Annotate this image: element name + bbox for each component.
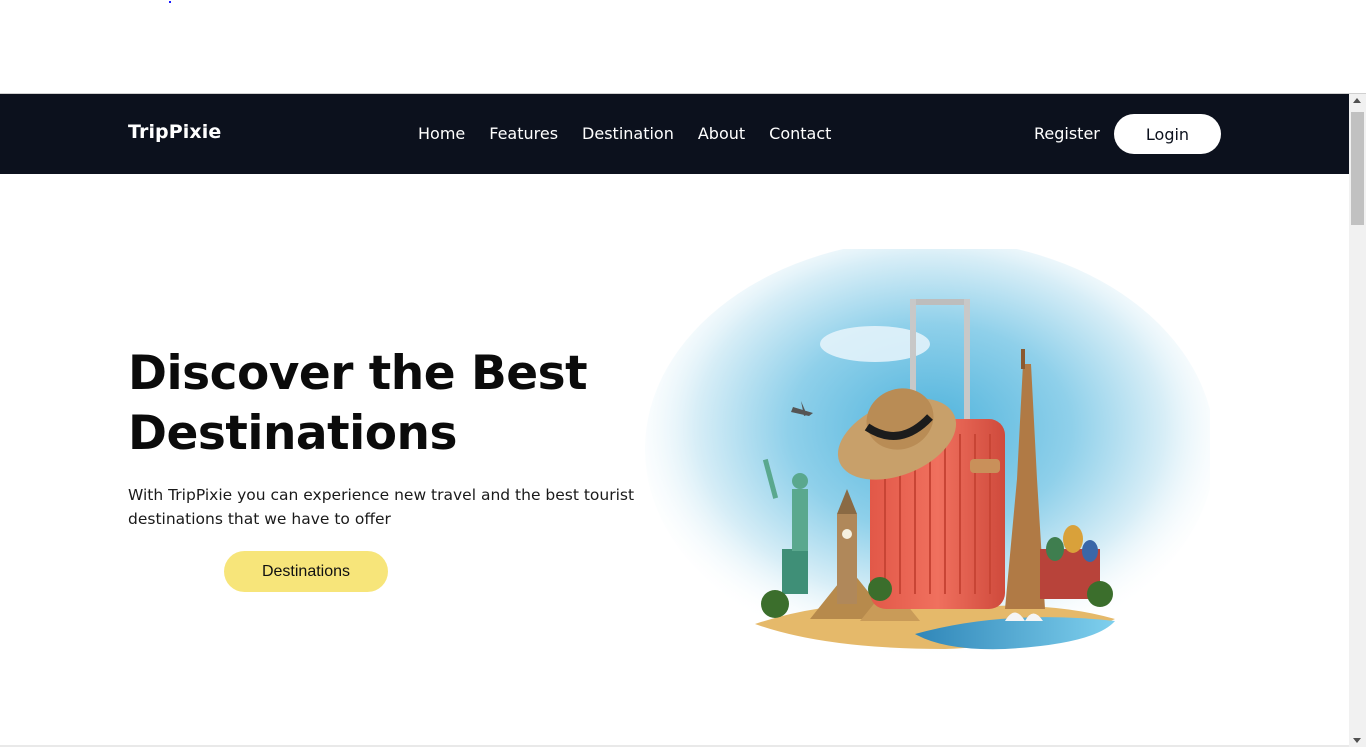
- chevron-up-icon[interactable]: [1353, 98, 1361, 103]
- hero-title-line-2: Destinations: [128, 406, 457, 461]
- navbar: TripPixie Home Features Destination Abou…: [0, 94, 1349, 174]
- brand-logo[interactable]: TripPixie: [128, 121, 221, 143]
- nav-link-contact[interactable]: Contact: [769, 124, 831, 143]
- nav-menu: Home Features Destination About Contact: [418, 124, 831, 143]
- destinations-button[interactable]: Destinations: [224, 551, 388, 592]
- nav-link-about[interactable]: About: [698, 124, 745, 143]
- nav-link-destination[interactable]: Destination: [582, 124, 674, 143]
- browser-top-area: [0, 0, 1366, 93]
- hero-subtitle: With TripPixie you can experience new tr…: [128, 486, 635, 528]
- nav-link-home[interactable]: Home: [418, 124, 465, 143]
- scrollbar[interactable]: [1349, 94, 1366, 747]
- stray-pixel: [169, 1, 171, 3]
- nav-link-features[interactable]: Features: [489, 124, 558, 143]
- travel-suitcase-landmarks-illustration: [645, 249, 1210, 659]
- chevron-down-icon[interactable]: [1353, 738, 1361, 743]
- hero-title-line-1: Discover the Best: [128, 346, 588, 401]
- register-link[interactable]: Register: [1034, 124, 1100, 143]
- hero-title: Discover the Best Destinations: [128, 344, 648, 464]
- login-button[interactable]: Login: [1114, 114, 1221, 154]
- page-viewport: TripPixie Home Features Destination Abou…: [0, 93, 1366, 747]
- scrollbar-thumb[interactable]: [1351, 112, 1364, 225]
